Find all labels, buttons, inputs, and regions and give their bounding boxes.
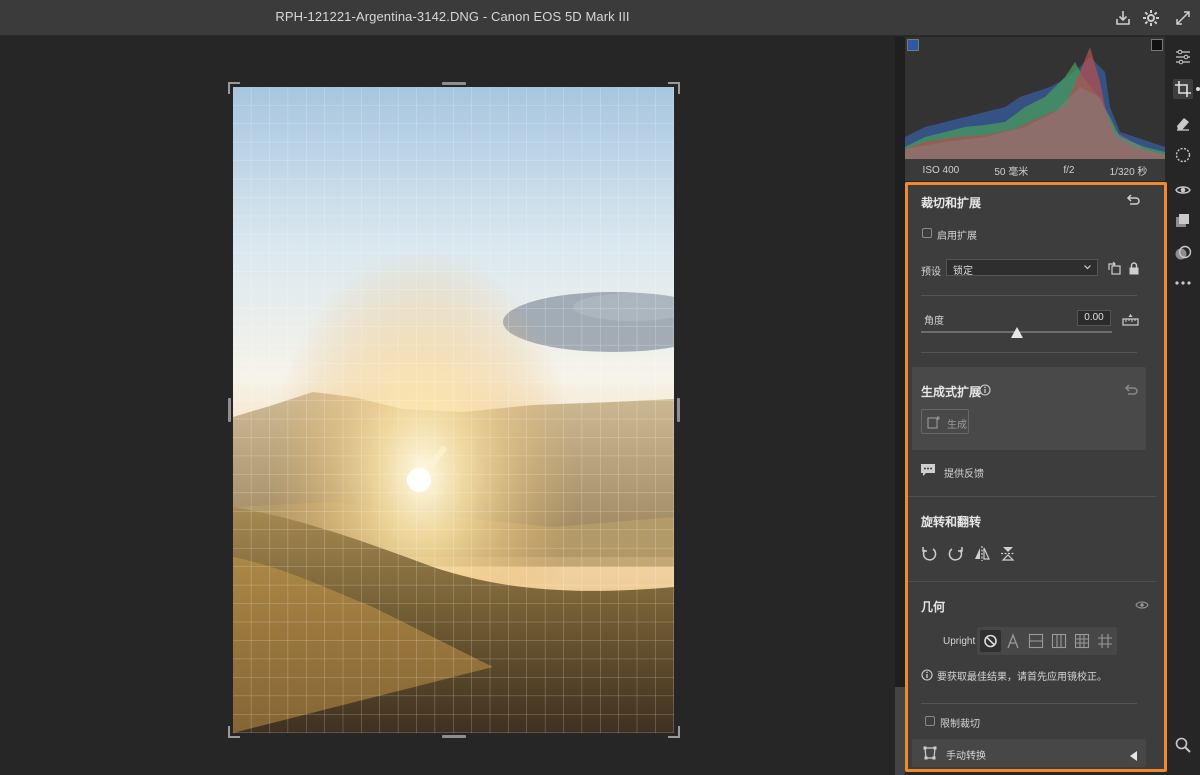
preset-value: 锁定 bbox=[953, 266, 973, 277]
angle-slider-thumb[interactable] bbox=[1010, 325, 1023, 343]
divider bbox=[921, 352, 1137, 353]
upright-label: Upright bbox=[943, 636, 976, 647]
export-icon[interactable] bbox=[1114, 9, 1132, 27]
straighten-tool-icon[interactable] bbox=[1122, 313, 1139, 332]
crop-handle-left[interactable] bbox=[228, 398, 231, 422]
feedback-icon[interactable] bbox=[920, 462, 936, 483]
title-bar: RPH-121221-Argentina-3142.DNG - Canon EO… bbox=[0, 0, 1200, 36]
info-icon[interactable] bbox=[979, 383, 991, 401]
enable-expand-checkbox[interactable] bbox=[922, 228, 932, 238]
enable-expand-label: 启用扩展 bbox=[937, 231, 977, 242]
generate-icon bbox=[927, 415, 941, 432]
upright-guided-icon[interactable] bbox=[1097, 633, 1113, 654]
reset-generative-icon[interactable] bbox=[1124, 383, 1138, 402]
tool-strip bbox=[1166, 37, 1200, 775]
angle-label: 角度 bbox=[924, 316, 944, 327]
rotate-left-icon[interactable] bbox=[921, 545, 937, 567]
preset-label: 预设 bbox=[921, 267, 941, 278]
iso-value: ISO 400 bbox=[922, 164, 960, 176]
crop-handle-bottom-right[interactable] bbox=[668, 726, 680, 738]
constrain-crop-checkbox[interactable] bbox=[925, 716, 935, 726]
divider bbox=[908, 581, 1156, 582]
flip-horizontal-icon[interactable] bbox=[974, 545, 990, 567]
generate-button[interactable]: 生成 bbox=[921, 409, 969, 434]
crop-handle-top-left[interactable] bbox=[228, 82, 240, 94]
crop-handle-top[interactable] bbox=[442, 82, 466, 85]
lock-icon[interactable] bbox=[1128, 261, 1140, 281]
manual-transform-row[interactable]: 手动转换 bbox=[912, 739, 1146, 767]
crop-expand-title: 裁切和扩展 bbox=[921, 196, 982, 210]
upright-full-icon[interactable] bbox=[1074, 633, 1090, 654]
crop-handle-top-right[interactable] bbox=[668, 82, 680, 94]
chevron-down-icon bbox=[1083, 261, 1092, 276]
upright-off-button[interactable] bbox=[980, 630, 1001, 652]
zoom-icon[interactable] bbox=[1173, 735, 1193, 755]
aperture: f/2 bbox=[1063, 164, 1075, 176]
info-icon bbox=[921, 668, 933, 686]
snapshots-icon[interactable] bbox=[1173, 243, 1193, 263]
fullscreen-icon[interactable] bbox=[1174, 9, 1192, 27]
panel-scrollbar[interactable] bbox=[895, 37, 905, 775]
upright-vertical-icon[interactable] bbox=[1051, 633, 1067, 654]
window-title: RPH-121221-Argentina-3142.DNG - Canon EO… bbox=[275, 9, 630, 24]
focal-length: 50 毫米 bbox=[994, 166, 1029, 178]
angle-input[interactable]: 0.00 bbox=[1077, 310, 1111, 326]
upright-level-icon[interactable] bbox=[1028, 633, 1044, 654]
rotate-right-icon[interactable] bbox=[948, 545, 964, 567]
exif-info: ISO 400 50 毫米 f/2 1/320 秒 bbox=[905, 159, 1165, 181]
shutter-speed: 1/320 秒 bbox=[1109, 166, 1148, 178]
divider bbox=[921, 703, 1137, 704]
divider bbox=[921, 295, 1137, 296]
no-correction-icon bbox=[984, 634, 997, 648]
upright-auto-icon[interactable] bbox=[1006, 633, 1020, 654]
feedback-link[interactable]: 提供反馈 bbox=[944, 465, 984, 480]
transform-icon bbox=[922, 745, 938, 766]
shadow-clipping-icon[interactable] bbox=[907, 39, 919, 51]
geometry-title: 几何 bbox=[921, 600, 946, 614]
expand-arrow-icon bbox=[1130, 748, 1138, 766]
crop-handle-bottom-left[interactable] bbox=[228, 726, 240, 738]
gear-icon[interactable] bbox=[1142, 9, 1160, 27]
flip-vertical-icon[interactable] bbox=[1000, 545, 1016, 567]
presets-icon[interactable] bbox=[1173, 211, 1193, 231]
manual-transform-label: 手动转换 bbox=[946, 751, 986, 762]
crop-icon[interactable] bbox=[1173, 79, 1193, 99]
mask-icon[interactable] bbox=[1173, 145, 1193, 165]
divider bbox=[908, 496, 1156, 497]
redeye-icon[interactable] bbox=[1173, 179, 1193, 199]
more-icon[interactable] bbox=[1173, 273, 1193, 293]
crop-frame[interactable] bbox=[228, 82, 680, 738]
eye-icon[interactable] bbox=[1135, 598, 1149, 616]
rotate-flip-title: 旋转和翻转 bbox=[921, 515, 982, 529]
crop-handle-right[interactable] bbox=[677, 398, 680, 422]
reset-crop-icon[interactable] bbox=[1126, 193, 1140, 212]
eraser-icon[interactable] bbox=[1173, 113, 1193, 133]
swap-orientation-icon[interactable] bbox=[1107, 261, 1122, 281]
generate-label: 生成 bbox=[947, 420, 967, 431]
highlight-clipping-icon[interactable] bbox=[1151, 39, 1163, 51]
preset-select[interactable]: 锁定 bbox=[946, 259, 1098, 277]
constrain-crop-label: 限制裁切 bbox=[940, 719, 980, 730]
generative-expand-title: 生成式扩展 bbox=[921, 385, 982, 399]
edit-sliders-icon[interactable] bbox=[1173, 47, 1193, 67]
crop-handle-bottom[interactable] bbox=[442, 735, 466, 738]
lens-correction-hint: 要获取最佳结果，请首先应用镜校正。 bbox=[937, 672, 1107, 683]
